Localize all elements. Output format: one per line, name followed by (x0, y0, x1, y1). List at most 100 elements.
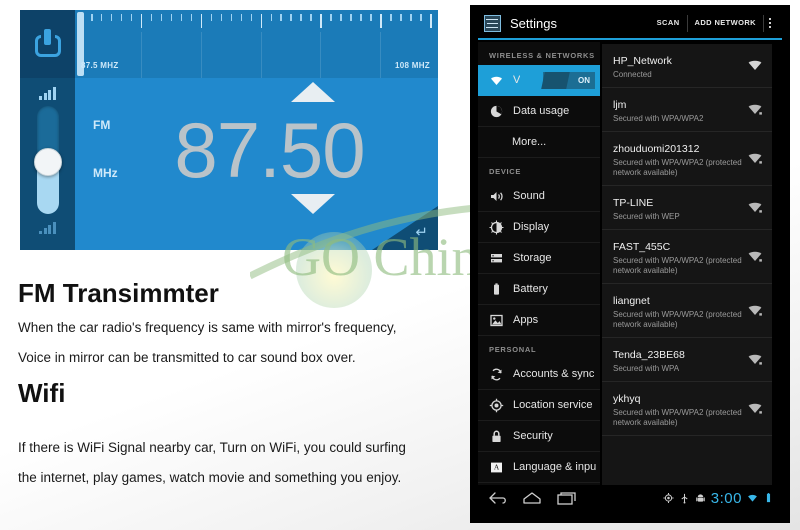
toggle-state-label: ON (578, 75, 590, 85)
settings-sidebar[interactable]: WIRELESS & NETWORKS V ON Data usage More... D… (478, 42, 600, 490)
wifi-status: Connected (613, 70, 652, 79)
storage-icon (489, 251, 504, 266)
status-icons: 3:00 (663, 490, 774, 507)
status-clock: 3:00 (710, 489, 742, 507)
gps-icon (663, 492, 674, 504)
fm-power-button[interactable] (20, 10, 75, 78)
sidebar-item-label: Location service (513, 399, 593, 411)
wifi-network-row[interactable]: liangnet Secured with WPA/WPA2 (protected… (602, 284, 772, 338)
wifi-network-list[interactable]: HP_Network Connected ljm Secured with WPA/W… (602, 44, 772, 490)
sidebar-item-label: Storage (513, 252, 552, 264)
wifi-network-info: ykhyq Secured with WPA/WPA2 (protected ne… (613, 389, 743, 428)
wifi-network-row[interactable]: ykhyq Secured with WPA/WPA2 (protected ne… (602, 382, 772, 436)
fm-desc-line-1: When the car radio's frequency is same w… (18, 320, 397, 335)
wifi-ssid: ykhyq (613, 393, 641, 405)
wifi-toggle-switch[interactable]: ON (541, 71, 595, 89)
wifi-network-row[interactable]: TP-LINE Secured with WEP (602, 186, 772, 230)
return-button[interactable]: ↵ (372, 206, 438, 250)
wifi-status: Secured with WPA/WPA2 (protected network… (613, 158, 742, 177)
apps-icon (489, 313, 504, 328)
sidebar-item-label: Security (513, 430, 553, 442)
svg-text:A: A (494, 462, 500, 471)
settings-sliders-icon (484, 14, 501, 32)
sidebar-item-security[interactable]: Security (478, 421, 600, 452)
speaker-icon (489, 189, 504, 204)
recent-apps-icon[interactable] (554, 490, 578, 506)
tune-down-arrow[interactable] (291, 194, 335, 214)
wifi-ssid: Tenda_23BE68 (613, 349, 685, 361)
language-icon: A (489, 460, 504, 475)
scan-button[interactable]: SCAN (650, 14, 687, 32)
wifi-network-info: Tenda_23BE68 Secured with WPA (613, 345, 743, 374)
wifi-ssid: liangnet (613, 295, 650, 307)
wifi-network-row[interactable]: zhouduomi201312 Secured with WPA/WPA2 (pr… (602, 132, 772, 186)
sidebar-item-language-inpu[interactable]: A Language & inpu (478, 452, 600, 483)
sidebar-item-storage[interactable]: Storage (478, 243, 600, 274)
sidebar-item-label: More... (512, 136, 547, 148)
sidebar-item-label: Sound (513, 190, 545, 202)
wifi-network-row[interactable]: FAST_455C Secured with WPA/WPA2 (protecte… (602, 230, 772, 284)
sidebar-item-accounts-sync[interactable]: Accounts & sync (478, 359, 600, 390)
add-network-button[interactable]: ADD NETWORK (688, 14, 763, 32)
wifi-network-row[interactable]: ljm Secured with WPA/WPA2 (602, 88, 772, 132)
sidebar-item-display[interactable]: Display (478, 212, 600, 243)
band-label: FM (93, 118, 111, 132)
frequency-display: 87.50 (174, 106, 365, 194)
wifi-network-row[interactable]: Tenda_23BE68 Secured with WPA (602, 338, 772, 382)
wifi-signal-icon (747, 201, 764, 214)
wifi-network-info: FAST_455C Secured with WPA/WPA2 (protecte… (613, 237, 743, 276)
sidebar-item-apps[interactable]: Apps (478, 305, 600, 336)
fm-display-area: FM MHz 87.50 ↵ (75, 78, 438, 250)
wifi-network-info: liangnet Secured with WPA/WPA2 (protected… (613, 291, 743, 330)
home-icon[interactable] (520, 490, 544, 506)
volume-slider-track[interactable] (33, 106, 62, 214)
wifi-status: Secured with WPA/WPA2 (protected network… (613, 310, 742, 329)
fm-volume-control[interactable] (20, 78, 75, 250)
sidebar-item-label: V (513, 74, 521, 86)
sidebar-group-header: DEVICE (489, 167, 522, 176)
wifi-signal-icon (747, 103, 764, 116)
heading-fm-transmitter: FM Transimmter (18, 278, 219, 308)
usb-icon (681, 493, 688, 504)
location-icon (489, 398, 504, 413)
header-accent-line (478, 38, 782, 40)
sidebar-item-label: Accounts & sync (513, 368, 595, 380)
android-tablet-screenshot: Settings SCAN ADD NETWORK WIRELESS & NET… (470, 5, 790, 523)
settings-action-bar: Settings SCAN ADD NETWORK (478, 8, 782, 38)
wifi-ssid: TP-LINE (613, 197, 654, 209)
sidebar-item-v[interactable]: V ON (478, 65, 600, 96)
sidebar-item-location-service[interactable]: Location service (478, 390, 600, 421)
scale-max-label: 108 MHZ (395, 61, 430, 70)
fm-radio-panel: 87.5 MHZ 108 MHZ FM MHz 87.50 ↵ (20, 10, 438, 250)
scale-min-label: 87.5 MHZ (81, 61, 119, 70)
sidebar-item-label: Data usage (513, 105, 570, 117)
sidebar-item-battery[interactable]: Battery (478, 274, 600, 305)
sidebar-item-more[interactable]: More... (478, 127, 600, 158)
wifi-network-info: HP_Network Connected (613, 51, 743, 80)
wifi-ssid: HP_Network (613, 55, 672, 67)
sidebar-item-label: Language & inpu (513, 461, 597, 473)
android-navigation-bar[interactable]: 3:00 (478, 485, 782, 511)
volume-slider-knob[interactable] (33, 148, 62, 176)
kebab-menu-icon[interactable] (764, 17, 776, 29)
page-root: 87.5 MHZ 108 MHZ FM MHz 87.50 ↵ GO Chin … (0, 0, 800, 530)
sync-icon (489, 367, 504, 382)
fm-frequency-scale[interactable]: 87.5 MHZ 108 MHZ (75, 10, 438, 82)
wifi-signal-icon (747, 402, 764, 415)
brightness-icon (489, 220, 504, 235)
back-arrow-icon[interactable] (486, 490, 510, 506)
fm-left-sidebar (20, 10, 75, 250)
wifi-icon (489, 73, 504, 88)
wifi-network-info: ljm Secured with WPA/WPA2 (613, 95, 743, 124)
battery-status-icon (766, 493, 771, 503)
sidebar-item-sound[interactable]: Sound (478, 181, 600, 212)
sidebar-item-data-usage[interactable]: Data usage (478, 96, 600, 127)
wifi-status: Secured with WPA/WPA2 (protected network… (613, 256, 742, 275)
wifi-ssid: FAST_455C (613, 241, 671, 253)
wifi-signal-icon (747, 152, 764, 165)
power-button-icon (33, 29, 63, 59)
sidebar-group-header: WIRELESS & NETWORKS (489, 51, 595, 60)
wifi-status: Secured with WEP (613, 212, 680, 221)
wifi-network-row[interactable]: HP_Network Connected (602, 44, 772, 88)
signal-bars-icon (39, 86, 56, 100)
